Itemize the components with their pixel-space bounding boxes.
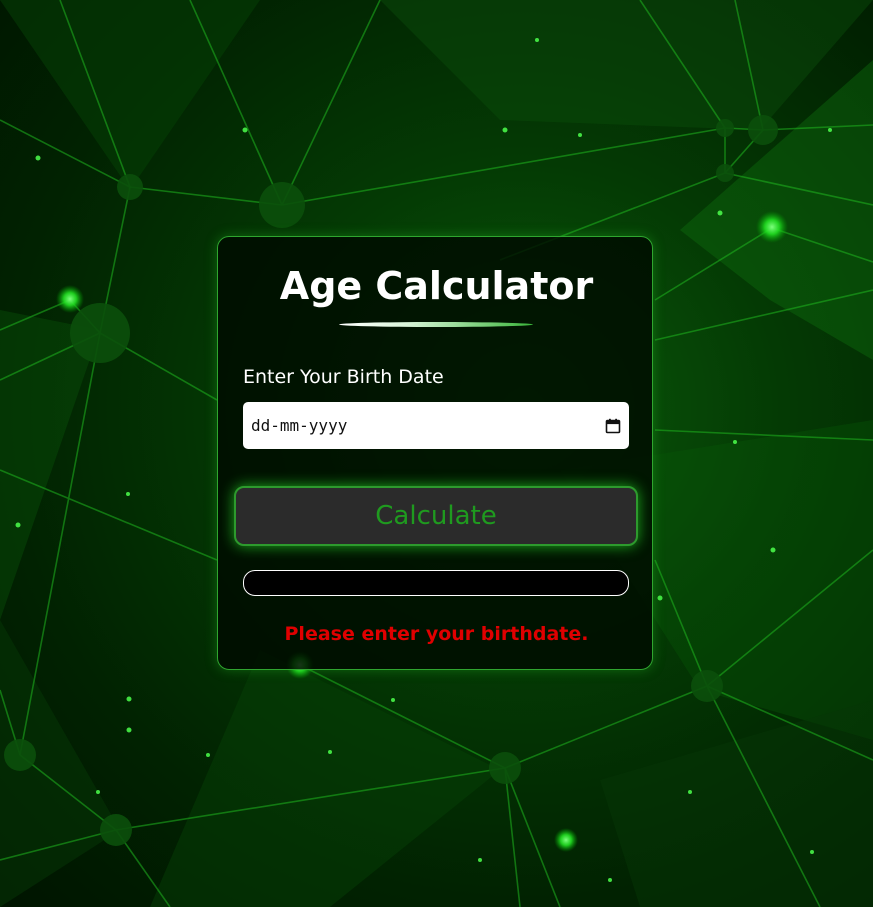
birth-date-placeholder: dd-mm-yyyy [251, 415, 348, 435]
birth-date-input[interactable]: dd-mm-yyyy [243, 402, 629, 449]
title-underline [339, 322, 533, 327]
error-message: Please enter your birthdate. [284, 623, 589, 645]
birth-date-label: Enter Your Birth Date [243, 366, 444, 388]
calendar-icon[interactable] [605, 418, 621, 434]
age-result-box [243, 570, 629, 596]
page-background: Age Calculator Enter Your Birth Date dd-… [0, 0, 873, 907]
calculate-button[interactable]: Calculate [234, 486, 638, 546]
page-title: Age Calculator [279, 264, 594, 308]
